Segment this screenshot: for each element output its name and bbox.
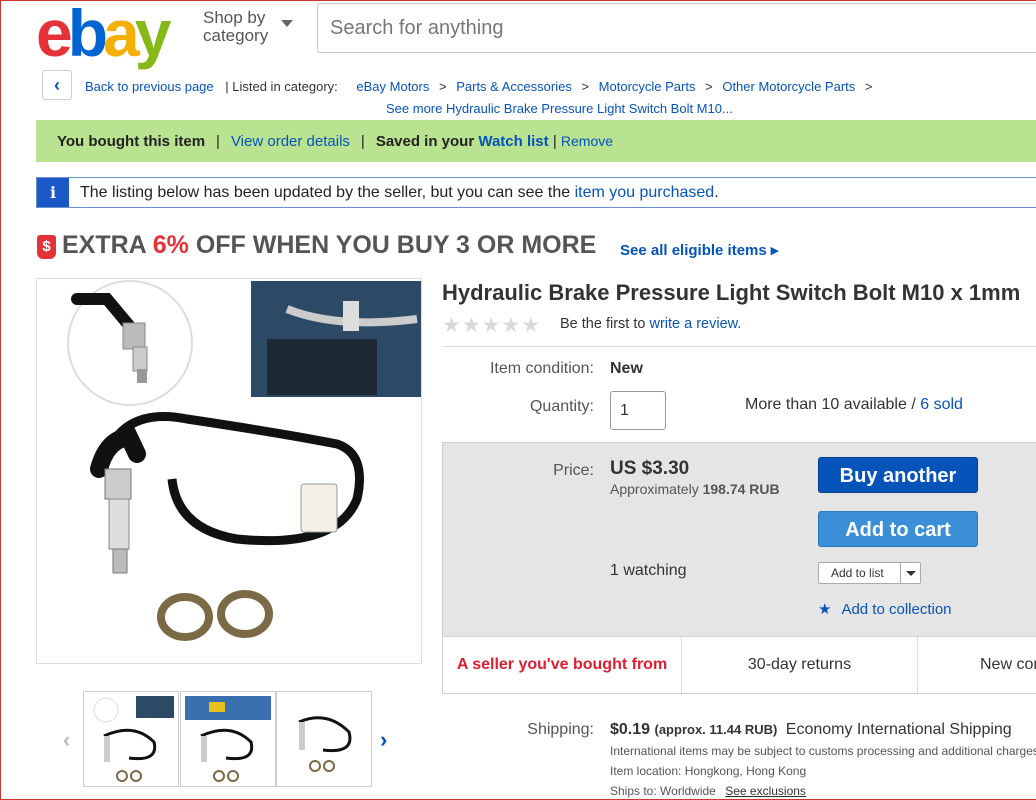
back-button[interactable]: ‹ xyxy=(42,70,72,100)
see-eligible-items-link[interactable]: See all eligible items ▸ xyxy=(620,241,778,259)
shipping-cost: $0.19 xyxy=(610,721,651,738)
category-label: category xyxy=(203,26,269,45)
feature-strip: A seller you've bought from 30-day retur… xyxy=(442,636,1036,694)
promo-percent: 6% xyxy=(152,231,189,259)
sold-link[interactable]: 6 sold xyxy=(920,396,963,413)
rating-prompt: Be the first to write a review. xyxy=(560,316,742,332)
item-location: Item location: Hongkong, Hong Kong xyxy=(610,764,807,778)
breadcrumb-item-ebay-motors[interactable]: eBay Motors xyxy=(356,79,429,94)
shop-by-category-button[interactable]: Shop by category xyxy=(203,8,293,45)
watch-list-link[interactable]: Watch list xyxy=(478,133,548,150)
ebay-logo[interactable]: ebay xyxy=(36,0,171,66)
breadcrumb-separator: > xyxy=(705,79,713,94)
add-to-cart-button[interactable]: Add to cart xyxy=(818,511,978,547)
info-icon: i xyxy=(37,178,69,207)
shipping-info: $0.19 (approx. 11.44 RUB) Economy Intern… xyxy=(610,721,1012,739)
write-review-link[interactable]: write a review. xyxy=(649,316,741,332)
see-more-link[interactable]: See more Hydraulic Brake Pressure Light … xyxy=(386,101,733,116)
search-placeholder: Search for anything xyxy=(330,17,504,39)
bought-label: You bought this item xyxy=(57,133,206,150)
thumbnail-3[interactable] xyxy=(276,691,372,787)
see-exclusions-link[interactable]: See exclusions xyxy=(725,784,806,798)
notice-text: The listing below has been updated by th… xyxy=(80,184,571,201)
feature-condition: New condition xyxy=(980,656,1036,673)
chevron-left-icon: ‹ xyxy=(54,75,60,95)
chevron-down-icon xyxy=(281,20,293,27)
shop-by-label: Shop by xyxy=(203,8,266,27)
add-to-collection-link[interactable]: ★ Add to collection xyxy=(818,600,952,618)
rating-stars-icon[interactable]: ★★★★★ xyxy=(442,313,541,338)
breadcrumb-item-other-motorcycle-parts[interactable]: Other Motorcycle Parts xyxy=(722,79,855,94)
price-label: Price: xyxy=(553,462,594,479)
remove-link[interactable]: Remove xyxy=(561,133,613,149)
quantity-input[interactable]: 1 xyxy=(610,391,666,430)
availability-text: More than 10 available / 6 sold xyxy=(745,396,963,413)
feature-seller-bought-from: A seller you've bought from xyxy=(443,637,682,693)
promo-banner: EXTRA 6% OFF WHEN YOU BUY 3 OR MORE xyxy=(62,231,597,259)
listed-in-label: | Listed in category: xyxy=(225,79,338,94)
condition-label: Item condition: xyxy=(489,360,594,377)
dollar-tag-icon: $ xyxy=(37,235,56,259)
chevron-down-icon[interactable] xyxy=(900,563,920,583)
shipping-service: Economy International Shipping xyxy=(785,721,1012,738)
back-link[interactable]: Back to previous page xyxy=(85,79,214,94)
search-input[interactable]: Search for anything xyxy=(317,3,1036,53)
condition-value: New xyxy=(610,360,643,377)
breadcrumb-item-parts-accessories[interactable]: Parts & Accessories xyxy=(456,79,572,94)
star-icon: ★ xyxy=(818,601,832,618)
breadcrumb-separator: > xyxy=(439,79,447,94)
divider xyxy=(442,346,1036,347)
add-to-list-button[interactable]: Add to list xyxy=(818,562,921,584)
saved-label: Saved in your xyxy=(375,133,475,150)
breadcrumb-separator: > xyxy=(864,79,873,94)
purchase-status-bar: You bought this item | View order details |… xyxy=(36,120,1036,162)
price-value: US $3.30 xyxy=(610,458,690,479)
item-title: Hydraulic Brake Pressure Light Switch Bo… xyxy=(442,280,1021,305)
main-product-image[interactable] xyxy=(36,278,422,664)
thumbnail-2[interactable] xyxy=(180,691,276,787)
view-order-link[interactable]: View order details xyxy=(231,133,350,150)
item-purchased-link[interactable]: item you purchased xyxy=(575,184,715,201)
ships-to: Ships to: Worldwide See exclusions xyxy=(610,784,806,798)
thumbnail-prev-arrow[interactable]: ‹ xyxy=(63,727,70,753)
thumbnail-next-arrow[interactable]: › xyxy=(380,727,387,753)
shipping-label: Shipping: xyxy=(527,721,594,738)
feature-returns: 30-day returns xyxy=(682,637,918,693)
listing-updated-notice: i The listing below has been updated by … xyxy=(36,177,1036,208)
breadcrumb: Back to previous page | Listed in catego… xyxy=(85,79,878,94)
breadcrumb-separator: > xyxy=(581,79,590,94)
buy-another-button[interactable]: Buy another xyxy=(818,457,978,493)
product-illustration xyxy=(67,280,421,641)
watching-count: 1 watching xyxy=(610,562,687,579)
breadcrumb-item-motorcycle-parts[interactable]: Motorcycle Parts xyxy=(599,79,696,94)
thumbnail-1[interactable] xyxy=(83,691,179,787)
shipping-approx: (approx. 11.44 RUB) xyxy=(654,722,778,737)
quantity-label: Quantity: xyxy=(529,398,594,415)
customs-note: International items may be subject to cu… xyxy=(610,744,1036,758)
approx-price: Approximately 198.74 RUB xyxy=(610,481,780,497)
